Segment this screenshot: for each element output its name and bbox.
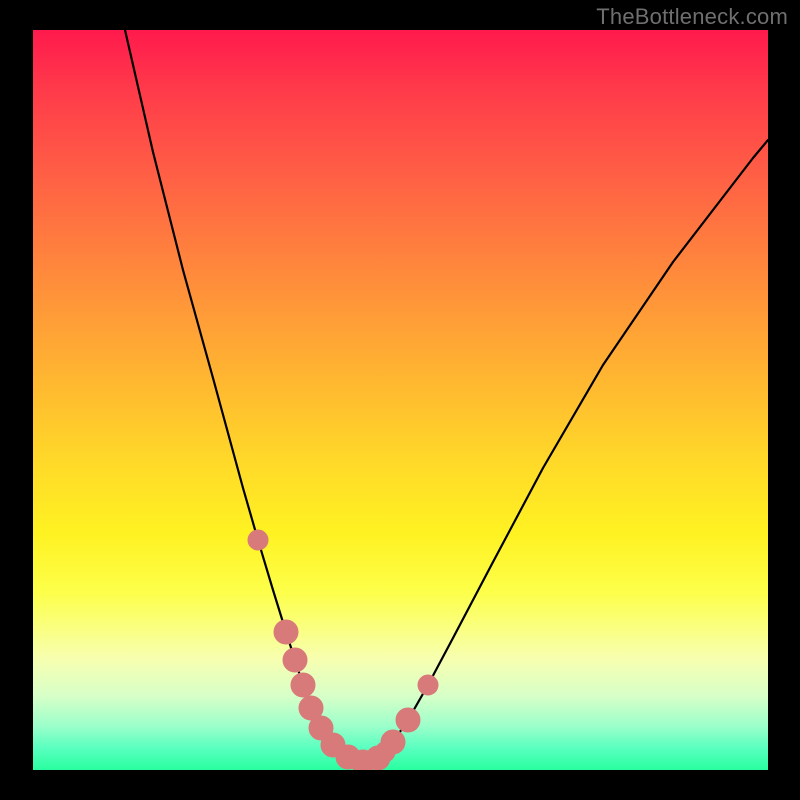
marker-group — [248, 530, 438, 770]
watermark-label: TheBottleneck.com — [596, 4, 788, 30]
curve-marker — [381, 730, 405, 754]
curve-marker — [283, 648, 307, 672]
curve-marker — [291, 673, 315, 697]
plot-area — [33, 30, 768, 770]
curve-marker — [396, 708, 420, 732]
chart-frame: TheBottleneck.com — [0, 0, 800, 800]
bottleneck-curve-path — [125, 30, 768, 762]
curve-svg — [33, 30, 768, 770]
curve-marker — [248, 530, 268, 550]
curve-marker — [418, 675, 438, 695]
curve-marker — [274, 620, 298, 644]
